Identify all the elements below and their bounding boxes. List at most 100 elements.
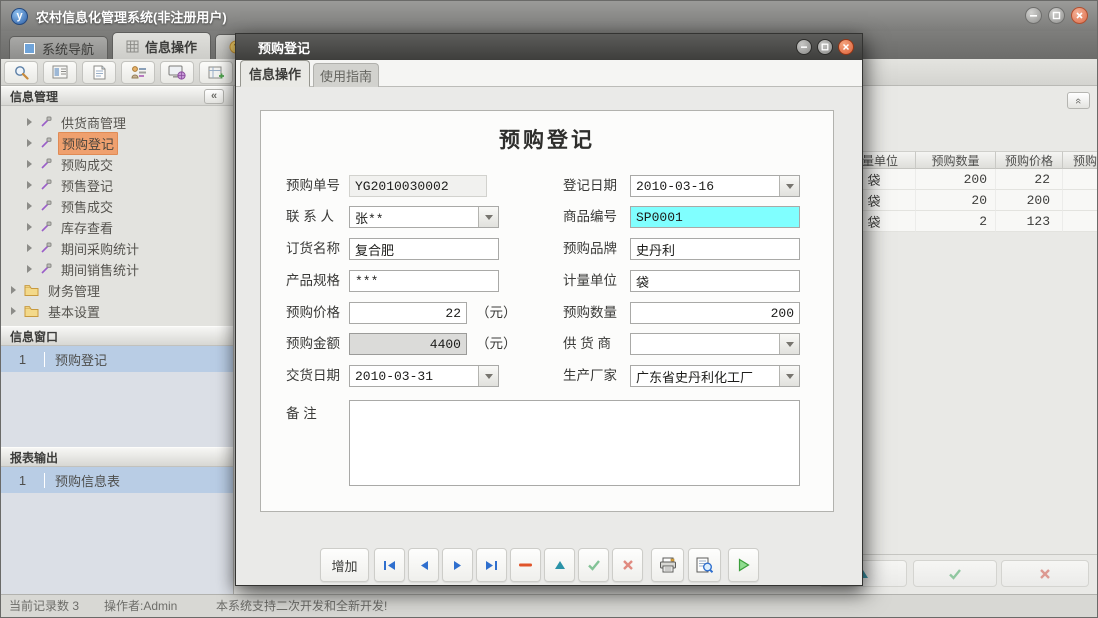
form-title: 预购登记: [261, 124, 833, 154]
contact-combo[interactable]: 张**: [349, 206, 499, 228]
last-record-button[interactable]: [476, 548, 507, 582]
dropdown-arrow-icon[interactable]: [478, 207, 498, 227]
quantity-label: 预购数量: [563, 302, 617, 324]
table-add-button[interactable]: [199, 61, 233, 84]
confirm-button[interactable]: [578, 548, 609, 582]
price-unit-suffix: （元）: [476, 302, 517, 324]
user-report-icon: [130, 65, 147, 80]
grid-cell[interactable]: 22: [996, 169, 1063, 190]
brand-field[interactable]: [630, 238, 800, 260]
reg-date-label: 登记日期: [563, 175, 617, 197]
tree-item-sales-stats[interactable]: 期间销售统计: [27, 259, 142, 279]
tree-item-prebuy-register[interactable]: 预购登记: [27, 133, 118, 153]
execute-button[interactable]: [728, 548, 759, 582]
price-field[interactable]: [349, 302, 467, 324]
dialog-minimize-button[interactable]: [796, 39, 812, 55]
delivery-date-combo[interactable]: 2010-03-31: [349, 365, 499, 387]
dialog-tab-user-guide[interactable]: 使用指南: [313, 63, 379, 87]
tool-icon: [40, 242, 52, 254]
dialog-tabstrip: 信息操作 使用指南: [236, 60, 862, 87]
document-icon: [93, 65, 106, 80]
grid-cell[interactable]: 123: [996, 211, 1063, 232]
tab-info-operation[interactable]: 信息操作: [112, 32, 211, 59]
expand-arrow-icon: [27, 118, 32, 126]
expand-arrow-icon: [11, 286, 16, 294]
delete-record-button[interactable]: [510, 548, 541, 582]
tree-item-purchase-stats[interactable]: 期间采购统计: [27, 238, 142, 258]
app-logo-icon: y: [11, 8, 28, 25]
sidebar-collapse-button[interactable]: «: [204, 89, 224, 104]
tab-system-nav[interactable]: 系统导航: [9, 36, 108, 59]
printer-icon: [659, 557, 677, 573]
grid-header-amount: 预购: [1063, 151, 1098, 169]
tree-item-presale-deal[interactable]: 预售成交: [27, 196, 116, 216]
grid-cell[interactable]: 20: [916, 190, 996, 211]
tree-item-prebuy-deal[interactable]: 预购成交: [27, 154, 116, 174]
grid-cell[interactable]: 200: [916, 169, 996, 190]
grid-collapse-button[interactable]: «: [1067, 92, 1090, 109]
grid-cell[interactable]: 2: [916, 211, 996, 232]
dialog-tab-info-operation[interactable]: 信息操作: [240, 60, 310, 87]
supplier-combo[interactable]: [630, 333, 800, 355]
tree-item-stock-view[interactable]: 库存查看: [27, 217, 116, 237]
dropdown-arrow-icon[interactable]: [478, 366, 498, 386]
monitor-globe-button[interactable]: [160, 61, 194, 84]
quantity-field[interactable]: [630, 302, 800, 324]
triangle-up-icon: [554, 560, 566, 570]
remark-textarea[interactable]: [349, 400, 800, 486]
unit-label: 计量单位: [563, 270, 617, 292]
prebuy-register-dialog: 预购登记 信息操作 使用指南 预购登记 预购单号 登记日期 2010-03-16…: [235, 33, 863, 586]
maximize-button[interactable]: [1048, 7, 1065, 24]
document-button[interactable]: [82, 61, 116, 84]
info-window-list: 1 预购登记: [1, 346, 233, 447]
user-report-button[interactable]: [121, 61, 155, 84]
tree-folder-basic-settings[interactable]: 基本设置: [11, 301, 103, 321]
grid-cell[interactable]: 200: [996, 190, 1063, 211]
dialog-maximize-button[interactable]: [817, 39, 833, 55]
table-add-icon: [208, 65, 225, 80]
tree-folder-finance[interactable]: 财务管理: [11, 280, 103, 300]
minimize-button[interactable]: [1025, 7, 1042, 24]
grid-cell[interactable]: [1063, 169, 1098, 190]
add-record-button[interactable]: 增加: [320, 548, 369, 582]
search-button[interactable]: [4, 61, 38, 84]
expand-arrow-icon: [27, 160, 32, 168]
tool-icon: [40, 200, 52, 212]
reg-date-combo[interactable]: 2010-03-16: [630, 175, 800, 197]
product-code-field[interactable]: [630, 206, 800, 228]
dropdown-arrow-icon[interactable]: [779, 176, 799, 196]
spec-field[interactable]: [349, 270, 499, 292]
grid-cell[interactable]: [1063, 190, 1098, 211]
tree-item-supplier-mgmt[interactable]: 供货商管理: [27, 112, 129, 132]
form-list-button[interactable]: [43, 61, 77, 84]
search-icon: [13, 65, 30, 80]
remark-label: 备 注: [286, 403, 317, 425]
expand-arrow-icon: [27, 244, 32, 252]
prev-record-button[interactable]: [408, 548, 439, 582]
dropdown-arrow-icon[interactable]: [779, 366, 799, 386]
prev-record-icon: [419, 560, 429, 571]
report-output-row[interactable]: 1 预购信息表: [1, 467, 233, 493]
manufacturer-combo[interactable]: 广东省史丹利化工厂: [630, 365, 800, 387]
print-preview-button[interactable]: [688, 548, 721, 582]
unit-field[interactable]: [630, 270, 800, 292]
report-output-list: 1 预购信息表: [1, 467, 233, 594]
check-icon: [587, 559, 601, 571]
background-cancel-button[interactable]: [1001, 560, 1089, 587]
info-window-row[interactable]: 1 预购登记: [1, 346, 233, 372]
dialog-close-button[interactable]: [838, 39, 854, 55]
first-record-button[interactable]: [374, 548, 405, 582]
next-record-button[interactable]: [442, 548, 473, 582]
tree-item-presale-register[interactable]: 预售登记: [27, 175, 116, 195]
status-record-count: 当前记录数 3: [9, 595, 79, 617]
order-name-field[interactable]: [349, 238, 499, 260]
print-button[interactable]: [651, 548, 684, 582]
close-button[interactable]: [1071, 7, 1088, 24]
dropdown-arrow-icon[interactable]: [779, 334, 799, 354]
product-code-label: 商品编号: [563, 206, 617, 228]
cancel-button[interactable]: [612, 548, 643, 582]
grid-cell[interactable]: [1063, 211, 1098, 232]
folder-icon: [24, 305, 39, 317]
edit-record-button[interactable]: [544, 548, 575, 582]
background-confirm-button[interactable]: [913, 560, 997, 587]
